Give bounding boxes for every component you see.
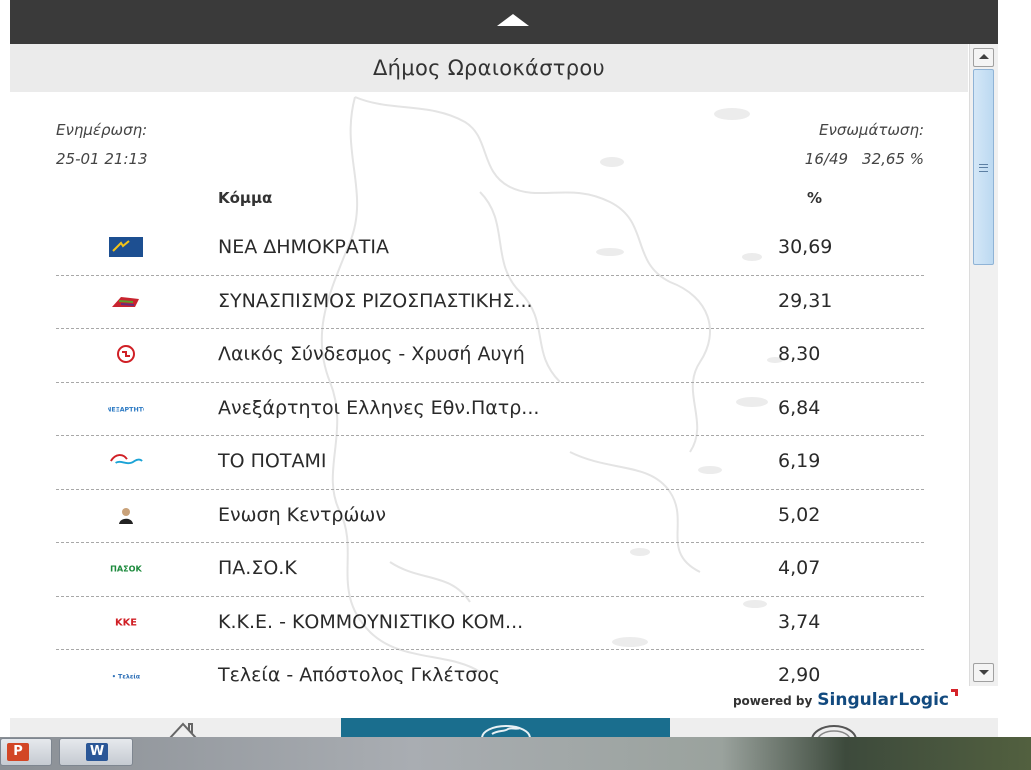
- grip-icon: [979, 164, 988, 172]
- pasok-logo-icon: ΠΑΣΟΚ: [108, 556, 144, 580]
- scroll-thumb[interactable]: [973, 69, 994, 265]
- teleia-logo-icon: • Τελεία: [108, 663, 144, 684]
- scroll-up-button[interactable]: [973, 48, 994, 67]
- table-row[interactable]: ΤΟ ΠΟΤΑΜΙ 6,19: [56, 436, 924, 490]
- nav-tab-other[interactable]: [670, 718, 998, 737]
- party-name: Τελεία - Απόστολος Γκλέτσος: [218, 664, 501, 684]
- table-row[interactable]: ΣΥΝΑΣΠΙΣΜΟΣ ΡΙΖΟΣΠΑΣΤΙΚΗΣ... 29,31: [56, 276, 924, 329]
- app-window: Δήμος Ωραιοκάστρου Ενημέρωση: 25-01 21:1…: [0, 0, 1031, 770]
- table-row[interactable]: ΠΑΣΟΚ ΠΑ.ΣΟ.Κ 4,07: [56, 543, 924, 597]
- update-label: Ενημέρωση:: [56, 121, 148, 139]
- powered-by-footer: powered by Singular Logic: [10, 686, 968, 718]
- party-percent: 29,31: [778, 289, 833, 312]
- results-panel: Ενημέρωση: 25-01 21:13 Ενσωμάτωση: 16/49…: [10, 92, 968, 684]
- table-row[interactable]: ΝΕΑ ΔΗΜΟΚΡΑΤΙΑ 30,69: [56, 222, 924, 276]
- taskbar-powerpoint-button[interactable]: P: [0, 738, 52, 766]
- party-name: ΣΥΝΑΣΠΙΣΜΟΣ ΡΙΖΟΣΠΑΣΤΙΚΗΣ...: [218, 289, 533, 312]
- xa-logo-icon: [108, 342, 144, 366]
- table-row[interactable]: • Τελεία Τελεία - Απόστολος Γκλέτσος 2,90: [56, 650, 924, 684]
- party-percent: 8,30: [778, 343, 821, 365]
- kke-logo-icon: ΚΚΕ: [108, 610, 144, 634]
- results-list: ΝΕΑ ΔΗΜΟΚΡΑΤΙΑ 30,69 ΣΥΝΑΣΠΙΣΜΟΣ ΡΙΖΟΣΠΑΣΤ…: [56, 222, 924, 684]
- syriza-logo-icon: [108, 289, 144, 313]
- anel-logo-icon: ΑΝΕΞΑΡΤΗΤΟΙ: [108, 396, 144, 420]
- party-name: Κ.Κ.Ε. - ΚΟΜΜΟΥΝΙΣΤΙΚΟ ΚΟΜ...: [218, 610, 524, 633]
- update-time: 25-01 21:13: [56, 150, 148, 168]
- svg-text:• Τελεία: • Τελεία: [112, 673, 141, 681]
- ek-logo-icon: [108, 503, 144, 527]
- incorporation-count: 16/49: [804, 150, 849, 168]
- party-name: ΠΑ.ΣΟ.Κ: [218, 557, 297, 579]
- party-name: Ανεξάρτητοι Ελληνες Εθν.Πατρ...: [218, 396, 540, 419]
- svg-text:ΑΝΕΞΑΡΤΗΤΟΙ: ΑΝΕΞΑΡΤΗΤΟΙ: [108, 406, 144, 413]
- home-icon: [169, 722, 197, 737]
- potami-logo-icon: [108, 449, 144, 473]
- incorporation-label: Ενσωμάτωση:: [818, 121, 924, 139]
- chevron-up-icon[interactable]: [497, 14, 529, 26]
- party-percent: 5,02: [778, 503, 821, 526]
- singular-logic-credit[interactable]: powered by Singular Logic: [732, 689, 958, 710]
- party-percent: 3,74: [778, 610, 821, 633]
- party-percent: 30,69: [778, 236, 833, 258]
- incorporation-values: 16/49 32,65 %: [805, 150, 924, 168]
- map-icon: [481, 725, 531, 737]
- table-row[interactable]: ΚΚΕ Κ.Κ.Ε. - ΚΟΜΜΟΥΝΙΣΤΙΚΟ ΚΟΜ... 3,74: [56, 597, 924, 650]
- word-icon: W: [86, 743, 108, 761]
- brand-singular: Singular: [817, 690, 898, 710]
- svg-text:ΚΚΕ: ΚΚΕ: [115, 617, 137, 628]
- nav-tab-home[interactable]: [10, 718, 340, 737]
- incorporation-percent: 32,65 %: [862, 150, 924, 168]
- taskbar-word-button[interactable]: W: [59, 738, 133, 766]
- table-row[interactable]: Ενωση Κεντρώων 5,02: [56, 490, 924, 543]
- party-name: Ενωση Κεντρώων: [218, 503, 386, 526]
- party-percent: 2,90: [778, 664, 821, 684]
- clock-icon: [811, 725, 857, 737]
- windows-taskbar: P W: [0, 737, 1031, 770]
- brand-mark-icon: [951, 689, 958, 696]
- party-name: ΝΕΑ ΔΗΜΟΚΡΑΤΙΑ: [218, 236, 390, 258]
- municipality-title: Δήμος Ωραιοκάστρου: [10, 44, 968, 92]
- party-percent: 4,07: [778, 557, 821, 579]
- party-percent: 6,84: [778, 396, 821, 419]
- top-bar: [10, 0, 998, 44]
- powerpoint-icon: P: [7, 743, 29, 761]
- brand-logic: Logic: [898, 690, 949, 710]
- bottom-nav: [10, 718, 998, 737]
- column-header-party: Κόμμα: [218, 189, 273, 207]
- column-header-percent: %: [807, 189, 823, 207]
- nd-logo-icon: [108, 235, 144, 259]
- nav-tab-results[interactable]: [341, 718, 670, 737]
- table-row[interactable]: Λαικός Σύνδεσμος - Χρυσή Αυγή 8,30: [56, 329, 924, 383]
- powered-by-text: powered by: [732, 694, 813, 708]
- party-percent: 6,19: [778, 450, 821, 472]
- table-row[interactable]: ΑΝΕΞΑΡΤΗΤΟΙ Ανεξάρτητοι Ελληνες Εθν.Πατρ.…: [56, 383, 924, 436]
- svg-text:ΠΑΣΟΚ: ΠΑΣΟΚ: [110, 564, 142, 574]
- vertical-scrollbar[interactable]: [969, 44, 998, 686]
- party-name: Λαικός Σύνδεσμος - Χρυσή Αυγή: [218, 343, 525, 365]
- party-name: ΤΟ ΠΟΤΑΜΙ: [218, 450, 327, 472]
- scroll-down-button[interactable]: [973, 663, 994, 682]
